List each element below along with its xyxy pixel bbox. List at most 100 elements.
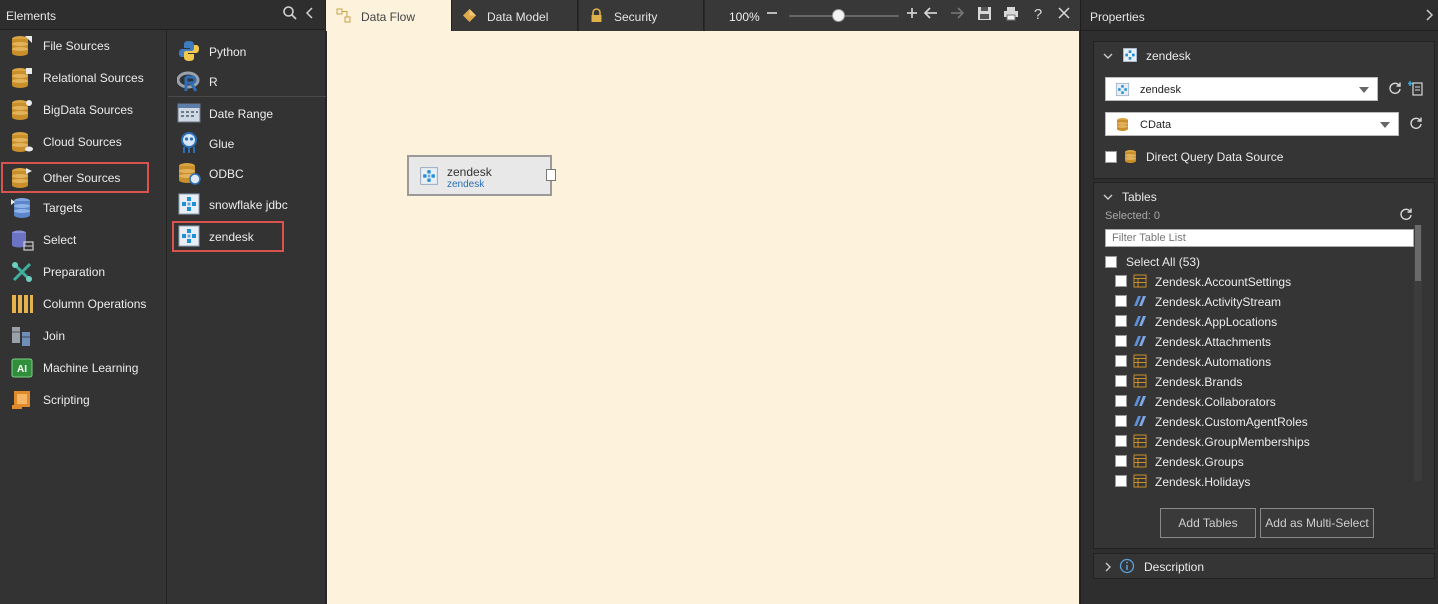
refresh-icon[interactable]: [1408, 116, 1424, 132]
table-checkbox[interactable]: [1115, 315, 1127, 327]
table-checkbox[interactable]: [1115, 415, 1127, 427]
category-label: Relational Sources: [43, 71, 144, 85]
search-icon[interactable]: [281, 5, 299, 23]
tab-security[interactable]: Security: [579, 0, 704, 31]
table-row[interactable]: Zendesk.Holidays: [1094, 471, 1414, 491]
chevron-down-icon[interactable]: [1102, 191, 1114, 203]
table-row[interactable]: Zendesk.AppLocations: [1094, 311, 1414, 331]
save-icon[interactable]: [975, 6, 993, 24]
chevron-down-icon[interactable]: [1102, 50, 1114, 62]
connection-dropdown[interactable]: zendesk: [1105, 77, 1378, 101]
select-all-checkbox[interactable]: [1105, 256, 1117, 268]
table-row[interactable]: Zendesk.Automations: [1094, 351, 1414, 371]
category-machine-learning[interactable]: AI Machine Learning: [0, 352, 167, 384]
table-row[interactable]: Zendesk.CustomAgentRoles: [1094, 411, 1414, 431]
category-targets[interactable]: Targets: [0, 192, 167, 224]
add-tables-button[interactable]: Add Tables: [1160, 508, 1256, 538]
node-output-port[interactable]: [546, 169, 556, 181]
join-icon: [10, 324, 34, 348]
category-cloud-sources[interactable]: Cloud Sources: [0, 126, 167, 158]
ai-icon-text: AI: [17, 364, 27, 375]
table-name: Zendesk.AppLocations: [1155, 315, 1278, 329]
collapse-right-icon[interactable]: [1421, 8, 1437, 24]
category-file-sources[interactable]: File Sources: [0, 30, 167, 62]
tables-section: Tables Selected: 0 Select All (53) Zende…: [1093, 182, 1435, 549]
table-checkbox[interactable]: [1115, 435, 1127, 447]
source-zendesk[interactable]: zendesk: [172, 221, 284, 252]
source-date-range[interactable]: Date Range: [168, 98, 326, 128]
table-checkbox[interactable]: [1115, 395, 1127, 407]
refresh-icon[interactable]: [1398, 207, 1414, 223]
properties-header: Properties: [1081, 0, 1438, 31]
table-icon: [1133, 454, 1147, 468]
table-row[interactable]: Zendesk.Brands: [1094, 371, 1414, 391]
zoom-out-icon[interactable]: [763, 6, 781, 24]
table-name: Zendesk.CustomAgentRoles: [1155, 415, 1308, 429]
connection-value: zendesk: [1140, 84, 1181, 96]
database-icon: [1123, 149, 1138, 164]
jdbc-icon: [177, 192, 201, 216]
chevron-right-icon[interactable]: [1102, 561, 1114, 573]
help-icon[interactable]: ?: [1029, 6, 1047, 24]
connection-details-icon[interactable]: [1408, 80, 1424, 96]
table-checkbox[interactable]: [1115, 475, 1127, 487]
table-checkbox[interactable]: [1115, 275, 1127, 287]
table-row[interactable]: Zendesk.GroupMemberships: [1094, 431, 1414, 451]
table-list-scrollbar[interactable]: [1414, 225, 1422, 481]
table-checkbox[interactable]: [1115, 455, 1127, 467]
scripting-icon: [10, 388, 34, 412]
table-row[interactable]: Zendesk.Collaborators: [1094, 391, 1414, 411]
table-row[interactable]: Zendesk.AccountSettings: [1094, 271, 1414, 291]
category-column-operations[interactable]: Column Operations: [0, 288, 167, 320]
tab-data-flow[interactable]: Data Flow: [326, 0, 452, 31]
category-scripting[interactable]: Scripting: [0, 384, 167, 416]
table-row[interactable]: Zendesk.Attachments: [1094, 331, 1414, 351]
table-row[interactable]: Zendesk.ActivityStream: [1094, 291, 1414, 311]
refresh-icon[interactable]: [1387, 81, 1403, 97]
glue-icon: [177, 131, 201, 155]
source-snowflake-jdbc[interactable]: snowflake jdbc: [168, 189, 326, 219]
table-checkbox[interactable]: [1115, 335, 1127, 347]
table-icon: [1133, 374, 1147, 388]
source-r[interactable]: R: [168, 66, 326, 96]
table-checkbox[interactable]: [1115, 355, 1127, 367]
zoom-in-icon[interactable]: [903, 6, 921, 24]
source-odbc[interactable]: ODBC: [168, 158, 326, 188]
view-icon: [1133, 414, 1147, 428]
category-select[interactable]: Select: [0, 224, 167, 256]
category-other-sources[interactable]: Other Sources: [1, 162, 149, 193]
collapse-left-icon[interactable]: [301, 5, 319, 23]
category-join[interactable]: Join: [0, 320, 167, 352]
description-section[interactable]: Description: [1093, 553, 1435, 579]
add-multi-select-button[interactable]: Add as Multi-Select: [1260, 508, 1374, 538]
filter-table-input[interactable]: [1105, 229, 1414, 247]
date-range-icon: [177, 101, 201, 125]
undo-arrow-icon[interactable]: [922, 6, 940, 24]
category-preparation[interactable]: Preparation: [0, 256, 167, 288]
category-label: Machine Learning: [43, 361, 139, 375]
table-checkbox[interactable]: [1115, 375, 1127, 387]
direct-query-checkbox[interactable]: [1105, 151, 1117, 163]
database-icon: [1115, 117, 1130, 132]
chevron-down-icon: [1380, 122, 1390, 128]
table-icon: [1133, 434, 1147, 448]
table-checkbox[interactable]: [1115, 295, 1127, 307]
source-label: ODBC: [209, 167, 244, 181]
redo-arrow-icon[interactable]: [948, 6, 966, 24]
provider-dropdown[interactable]: CData: [1105, 112, 1399, 136]
table-icon: [1133, 274, 1147, 288]
scrollbar-thumb[interactable]: [1415, 225, 1421, 281]
zendesk-source-node[interactable]: zendesk zendesk: [407, 155, 556, 196]
data-flow-canvas[interactable]: zendesk zendesk: [327, 31, 1079, 604]
close-icon[interactable]: [1055, 6, 1073, 24]
tab-data-model[interactable]: Data Model: [452, 0, 578, 31]
tab-label: Data Flow: [361, 10, 416, 24]
column-operations-icon: [10, 292, 34, 316]
print-icon[interactable]: [1002, 6, 1020, 24]
source-glue[interactable]: Glue: [168, 128, 326, 158]
table-row[interactable]: Zendesk.Groups: [1094, 451, 1414, 471]
zoom-slider-handle[interactable]: [832, 9, 845, 22]
category-relational-sources[interactable]: Relational Sources: [0, 62, 167, 94]
source-python[interactable]: Python: [168, 36, 326, 66]
category-bigdata-sources[interactable]: BigData Sources: [0, 94, 167, 126]
